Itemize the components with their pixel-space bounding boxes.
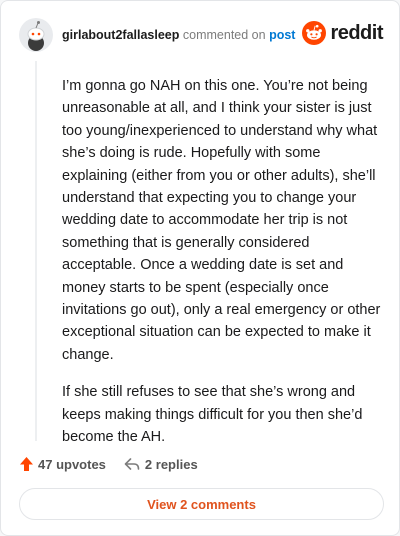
comment-paragraph: If she still refuses to see that she’s w… <box>62 384 363 446</box>
reply-arrow-icon <box>124 458 140 470</box>
upvote-count: 47 upvotes <box>38 456 106 472</box>
post-link[interactable]: post <box>269 28 295 42</box>
thread-line[interactable] <box>35 61 37 441</box>
snoo-avatar-icon[interactable] <box>19 18 53 52</box>
comment-header: girlabout2fallasleep commented on post r… <box>19 17 383 53</box>
comment-paragraph: I’m gonna go NAH on this one. You’re not… <box>62 78 381 363</box>
upvote-button[interactable]: 47 upvotes <box>19 456 106 472</box>
username-link[interactable]: girlabout2fallasleep <box>62 28 179 42</box>
reddit-snoo-icon <box>302 21 327 45</box>
reddit-logo[interactable]: reddit <box>302 21 383 45</box>
upvote-arrow-icon <box>20 457 33 471</box>
comment-actions: 47 upvotes 2 replies <box>19 453 198 475</box>
reply-count: 2 replies <box>144 456 198 472</box>
reddit-wordmark: reddit <box>330 21 383 44</box>
comment-body: I’m gonna go NAH on this one. You’re not… <box>62 75 382 464</box>
commented-on-label: commented on <box>182 28 266 42</box>
comment-meta: girlabout2fallasleep commented on post <box>62 27 295 43</box>
view-comments-button[interactable]: View 2 comments <box>19 488 384 520</box>
comment-card: girlabout2fallasleep commented on post r… <box>0 0 400 536</box>
replies-button[interactable]: 2 replies <box>124 457 198 472</box>
